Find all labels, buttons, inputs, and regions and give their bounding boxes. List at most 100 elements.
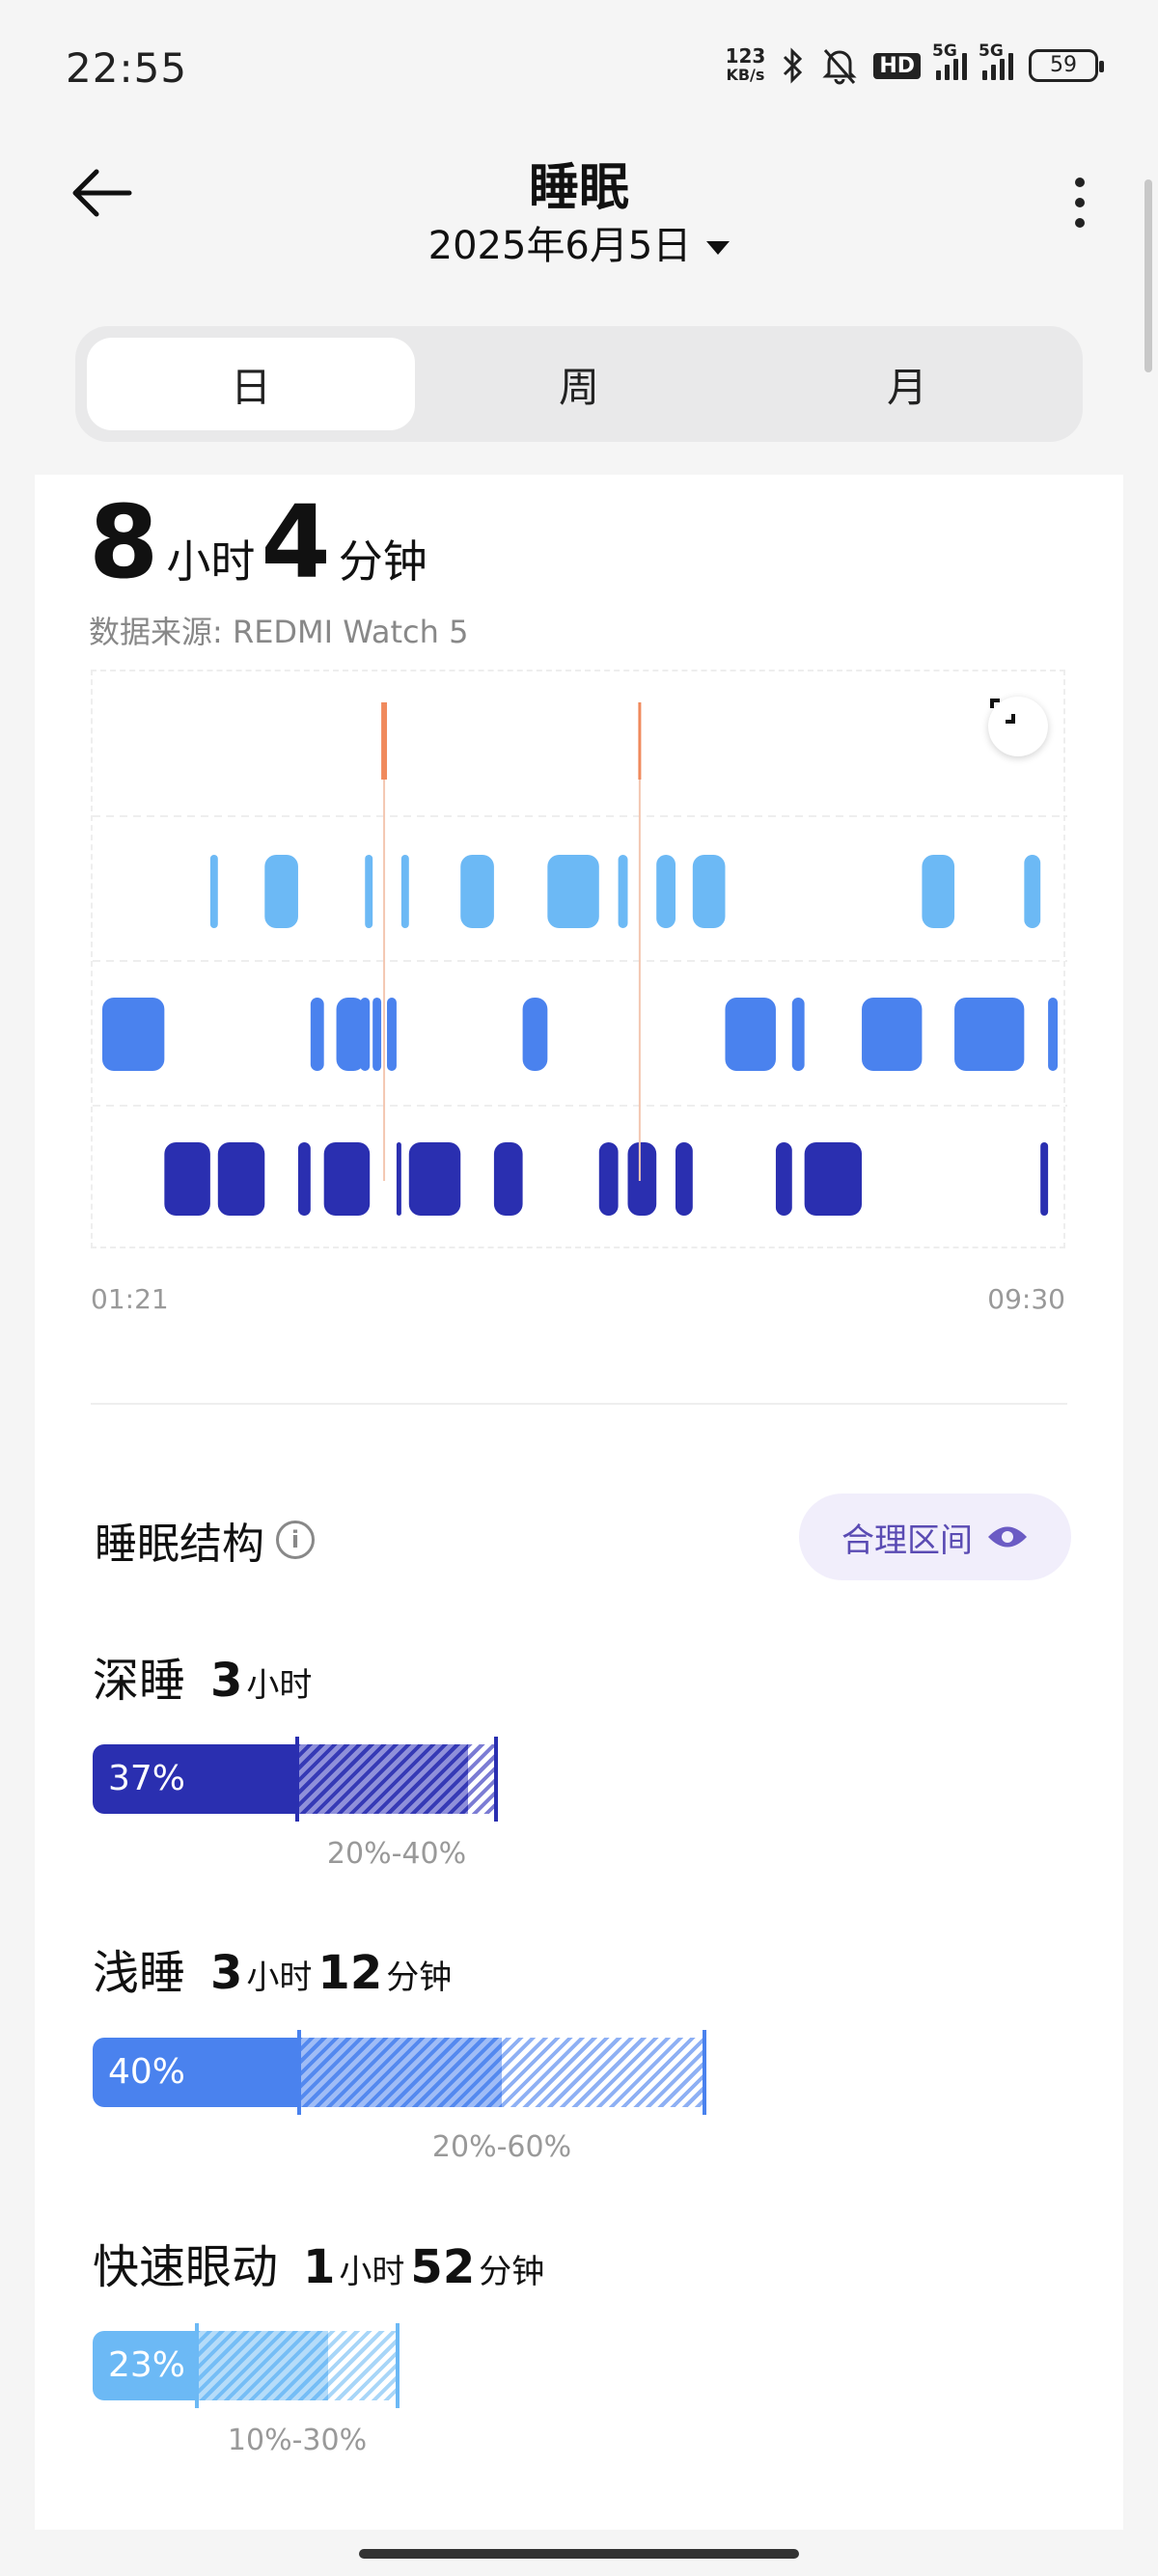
segment-deep (323, 1142, 371, 1216)
segment-light (522, 998, 548, 1071)
sleep-card: 8 小时 4 分钟 数据来源: REDMI Watch 5 01:21 09:3… (35, 475, 1123, 2530)
segment-awake (381, 702, 388, 780)
segment-deep (775, 1142, 792, 1216)
page-title: 睡眠 (528, 159, 629, 217)
segment-deep (297, 1142, 311, 1216)
stage-rem-bar[interactable]: 23% 10%-30% (93, 2323, 400, 2457)
segment-rem (1024, 855, 1041, 928)
sleep-stage-svg (93, 702, 1067, 1216)
bluetooth-icon (784, 47, 803, 84)
stage-name: 快速眼动 (93, 2240, 279, 2294)
status-icons: 123 KB/s HD 5G 5G 59 (726, 41, 1104, 85)
segment-light (336, 998, 366, 1071)
stage-light-bar[interactable]: 40% 20%-60% (93, 2030, 706, 2164)
minutes-unit: 分钟 (338, 535, 427, 588)
stage-minutes: 52 (410, 2240, 476, 2294)
stage-hours: 1 (303, 2240, 336, 2294)
percent-label: 40% (108, 2052, 186, 2092)
divider (91, 1403, 1067, 1405)
stage-minutes-unit: 分钟 (479, 2253, 545, 2291)
segment-deep (164, 1142, 210, 1216)
stage-hours-unit: 小时 (246, 1666, 313, 1705)
total-sleep-duration: 8 小时 4 分钟 (89, 492, 433, 592)
percent-overlay (295, 1744, 468, 1814)
segment-rem (209, 855, 218, 928)
segment-light (791, 998, 805, 1071)
scrollbar[interactable] (1144, 179, 1152, 372)
expand-glyph (990, 699, 1015, 724)
date-label: 2025年6月5日 (427, 224, 692, 268)
chart-start-time: 01:21 (91, 1283, 169, 1315)
segment-light (1048, 998, 1058, 1071)
percent-overlay (297, 2038, 502, 2107)
stage-name: 浅睡 (93, 1946, 186, 2000)
range-label: 20%-40% (326, 1837, 467, 1871)
sleep-structure-label: 睡眠结构 (95, 1520, 264, 1569)
tab-day[interactable]: 日 (87, 338, 415, 430)
stage-rem-header: 快速眼动 1 小时 52 分钟 (93, 2229, 548, 2296)
range-button-label: 合理区间 (841, 1521, 973, 1560)
percent-label: 23% (108, 2345, 186, 2385)
tab-week[interactable]: 周 (415, 338, 743, 430)
home-indicator[interactable] (359, 2549, 799, 2559)
signal-5g-icon: 5G (979, 41, 1013, 80)
net-speed-value: 123 (725, 44, 766, 68)
stage-minutes: 12 (317, 1946, 383, 2000)
segment-rem (264, 855, 298, 928)
chart-end-time: 09:30 (987, 1283, 1065, 1315)
tab-month[interactable]: 月 (743, 338, 1071, 430)
segment-awake (638, 702, 642, 780)
stage-name: 深睡 (93, 1654, 186, 1708)
segment-light (725, 998, 776, 1071)
data-source: 数据来源: REDMI Watch 5 (89, 614, 469, 650)
stage-deep-header: 深睡 3 小时 (93, 1642, 316, 1710)
percent-overlay (195, 2331, 328, 2400)
segment-deep (493, 1142, 523, 1216)
segment-rem (547, 855, 599, 928)
segment-rem (618, 855, 628, 928)
segment-rem (460, 855, 494, 928)
stage-hours-unit: 小时 (339, 2253, 405, 2291)
segment-deep (217, 1142, 265, 1216)
segment-rem (400, 855, 409, 928)
reasonable-range-button[interactable]: 合理区间 (799, 1494, 1071, 1580)
status-bar: 22:55 123 KB/s HD 5G 5G 59 (0, 0, 1158, 135)
segment-light (954, 998, 1025, 1071)
segment-rem (922, 855, 955, 928)
segment-deep (804, 1142, 863, 1216)
segment-deep (408, 1142, 461, 1216)
segment-deep (598, 1142, 619, 1216)
stage-deep-bar[interactable]: 37% 20%-40% (93, 1737, 498, 1871)
total-minutes: 4 (261, 483, 331, 601)
info-icon[interactable]: i (276, 1521, 315, 1559)
silent-bell-icon (822, 49, 857, 85)
segment-deep (396, 1142, 401, 1216)
fullscreen-icon[interactable] (988, 697, 1048, 756)
stage-hours: 3 (210, 1654, 243, 1708)
range-label: 20%-60% (431, 2130, 572, 2164)
sleep-stage-chart[interactable] (91, 670, 1067, 1248)
segment-light (372, 998, 382, 1071)
stage-minutes-unit: 分钟 (386, 1959, 453, 1997)
period-tabs: 日 周 月 (75, 326, 1083, 442)
date-selector[interactable]: 2025年6月5日 (0, 214, 1158, 270)
awake-connector (383, 776, 386, 1181)
segment-light (387, 998, 397, 1071)
sleep-structure-title: 睡眠结构 i (95, 1509, 315, 1571)
eye-icon (988, 1526, 1027, 1548)
percent-label: 37% (108, 1759, 186, 1798)
signal-5g-icon: 5G (932, 41, 967, 80)
signal-1-label: 5G (932, 41, 957, 61)
segment-light (862, 998, 923, 1071)
hours-unit: 小时 (166, 535, 256, 588)
segment-rem (656, 855, 676, 928)
more-vertical-icon[interactable] (1075, 178, 1087, 228)
total-hours: 8 (89, 483, 159, 601)
range-min-tick (297, 2030, 301, 2115)
net-speed: 123 KB/s (726, 46, 766, 85)
range-min-tick (295, 1737, 299, 1822)
segment-light (102, 998, 165, 1071)
stage-hours-unit: 小时 (246, 1959, 313, 1997)
segment-deep (1040, 1142, 1049, 1216)
status-time: 22:55 (66, 44, 188, 92)
